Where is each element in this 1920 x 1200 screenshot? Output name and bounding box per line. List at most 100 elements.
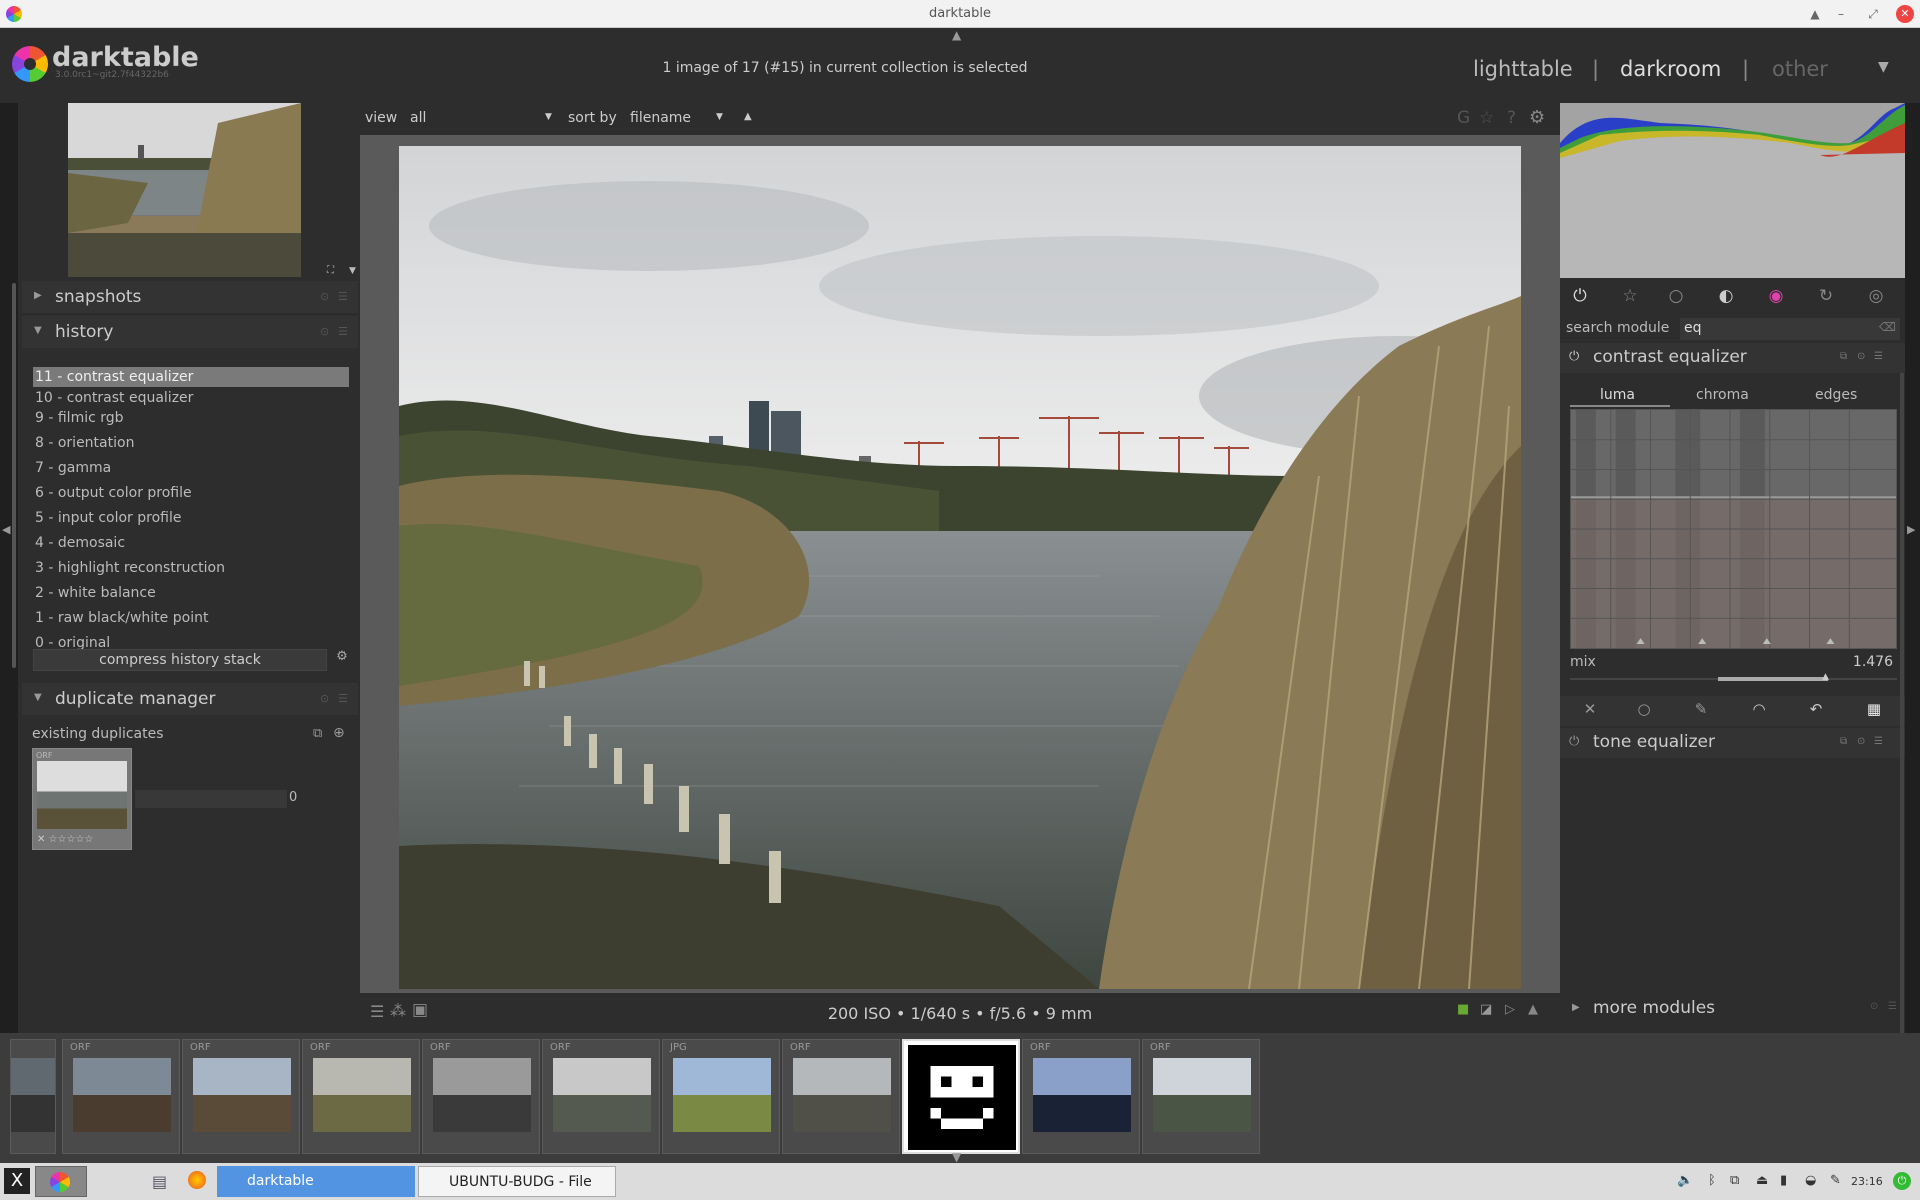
- taskbar-darktable[interactable]: darktable: [217, 1166, 415, 1197]
- minimize-icon[interactable]: –: [1832, 5, 1850, 23]
- reset-icon[interactable]: ⊙: [320, 290, 329, 303]
- right-scrollbar[interactable]: [1900, 373, 1904, 1093]
- duplicate-slider[interactable]: [135, 790, 287, 808]
- star-icon[interactable]: ☆: [1479, 108, 1494, 128]
- maximize-icon[interactable]: ⤢: [1864, 5, 1882, 23]
- module-power-icon[interactable]: ⏻: [1569, 349, 1579, 364]
- chevron-down-icon[interactable]: ▼: [716, 112, 723, 122]
- history-item[interactable]: 5 - input color profile: [33, 508, 349, 528]
- reset-icon[interactable]: ⊙: [1857, 351, 1865, 362]
- slider-handle-icon[interactable]: ▲: [1822, 672, 1829, 682]
- eject-icon[interactable]: ⏏: [1756, 1173, 1768, 1188]
- tab-chroma[interactable]: chroma: [1696, 387, 1749, 403]
- tone-equalizer-header[interactable]: ⏻ tone equalizer ⧉ ⊙ ☰: [1560, 728, 1905, 758]
- duplicate-icon[interactable]: ⧉: [313, 726, 322, 741]
- history-item[interactable]: 7 - gamma: [33, 458, 349, 478]
- collapse-right-icon[interactable]: ▶: [1907, 523, 1915, 536]
- history-item[interactable]: 2 - white balance: [33, 583, 349, 603]
- histogram[interactable]: [1560, 103, 1905, 278]
- zoom-icon[interactable]: ⛶: [327, 265, 334, 276]
- history-item[interactable]: 3 - highlight reconstruction: [33, 558, 349, 578]
- volume-icon[interactable]: 🔈: [1677, 1173, 1693, 1188]
- history-item[interactable]: 4 - demosaic: [33, 533, 349, 553]
- presets-icon[interactable]: ☰: [338, 290, 348, 303]
- presets-icon[interactable]: ☰: [1888, 1001, 1897, 1012]
- new-duplicate-icon[interactable]: ⊕: [333, 725, 345, 741]
- color-group-icon[interactable]: ◉: [1765, 286, 1787, 308]
- filmstrip-thumb[interactable]: JPG: [662, 1039, 780, 1154]
- filmstrip-thumb[interactable]: ORF: [182, 1039, 300, 1154]
- workspace-button[interactable]: [35, 1166, 87, 1197]
- filmstrip-thumb[interactable]: ORF: [782, 1039, 900, 1154]
- mix-slider[interactable]: ▲: [1570, 672, 1897, 685]
- softproof-icon[interactable]: ◪: [1480, 1002, 1492, 1017]
- presets-icon[interactable]: ☰: [1874, 351, 1883, 362]
- right-panel-edge[interactable]: ▶: [1905, 103, 1920, 1033]
- history-header[interactable]: ▼ history ⊙ ☰: [22, 316, 358, 348]
- bluetooth-icon[interactable]: ᛒ: [1708, 1173, 1716, 1188]
- filmstrip-thumb[interactable]: ORF: [62, 1039, 180, 1154]
- correct-group-icon[interactable]: ↻: [1815, 286, 1837, 308]
- network-icon[interactable]: ⧉: [1730, 1173, 1739, 1188]
- duplicate-thumbnail[interactable]: ORF ✕ ☆☆☆☆☆: [32, 748, 132, 850]
- view-other[interactable]: other: [1772, 57, 1828, 81]
- multi-instance-icon[interactable]: ⧉: [1840, 351, 1847, 362]
- gamut-icon[interactable]: ▷: [1505, 1002, 1515, 1017]
- file-manager-icon[interactable]: ▤: [152, 1172, 167, 1191]
- multi-instance-icon[interactable]: ⧉: [1840, 736, 1847, 747]
- gear-icon[interactable]: ⚙: [1529, 107, 1545, 128]
- combined-mask-icon[interactable]: ↶: [1805, 700, 1827, 722]
- parametric-mask-icon[interactable]: ◠: [1748, 700, 1770, 722]
- tab-luma[interactable]: luma: [1600, 387, 1635, 403]
- effect-group-icon[interactable]: ◎: [1865, 286, 1887, 308]
- reset-icon[interactable]: ⊙: [320, 692, 329, 705]
- view-select[interactable]: all: [410, 110, 426, 126]
- power-icon[interactable]: ⏻: [1569, 286, 1591, 308]
- firefox-icon[interactable]: [188, 1171, 206, 1189]
- collapse-top-icon[interactable]: ▲: [952, 28, 961, 42]
- tab-edges[interactable]: edges: [1815, 387, 1857, 403]
- clear-icon[interactable]: ⌫: [1879, 320, 1896, 334]
- compress-history-button[interactable]: compress history stack: [33, 649, 327, 671]
- chevron-down-icon[interactable]: ▼: [349, 266, 356, 276]
- module-power-icon[interactable]: ⏻: [1569, 734, 1579, 749]
- history-item[interactable]: 6 - output color profile: [33, 483, 349, 503]
- filmstrip-thumb[interactable]: ORF: [542, 1039, 660, 1154]
- view-darkroom[interactable]: darkroom: [1620, 57, 1721, 81]
- snapshots-header[interactable]: ▶ snapshots ⊙ ☰: [22, 281, 358, 313]
- drawn-mask-icon[interactable]: ✎: [1690, 700, 1712, 722]
- favorites-icon[interactable]: ☆: [1619, 286, 1641, 308]
- more-modules-row[interactable]: ▶ more modules ⊙ ☰: [1560, 993, 1905, 1023]
- chevron-down-icon[interactable]: ▼: [1878, 59, 1889, 75]
- warning-icon[interactable]: ▲: [1528, 1002, 1538, 1017]
- chevron-down-icon[interactable]: ▼: [545, 112, 552, 122]
- presets-icon[interactable]: ☰: [338, 692, 348, 705]
- filmstrip-thumb[interactable]: ORF: [422, 1039, 540, 1154]
- reset-icon[interactable]: ⊙: [1870, 1001, 1878, 1012]
- history-item[interactable]: 11 - contrast equalizer: [33, 367, 349, 387]
- reset-icon[interactable]: ⊙: [320, 325, 329, 338]
- collapse-bottom-icon[interactable]: ▼: [952, 1150, 961, 1164]
- filmstrip-thumb[interactable]: [10, 1039, 56, 1154]
- wifi-icon[interactable]: ◒: [1805, 1173, 1816, 1188]
- sort-direction-icon[interactable]: ▲: [744, 111, 752, 122]
- history-item[interactable]: 1 - raw black/white point: [33, 608, 349, 628]
- filmstrip-thumb[interactable]: ORF: [1142, 1039, 1260, 1154]
- filmstrip-thumb[interactable]: [902, 1039, 1020, 1154]
- shade-icon[interactable]: ▲: [1806, 5, 1824, 23]
- x-logo-icon[interactable]: X: [4, 1168, 30, 1194]
- rating-stars-icon[interactable]: ✕ ☆☆☆☆☆: [37, 834, 93, 845]
- color-assessment-icon[interactable]: ■: [1457, 1002, 1469, 1017]
- grouping-icon[interactable]: G: [1457, 108, 1470, 128]
- history-item[interactable]: 9 - filmic rgb: [33, 408, 349, 428]
- presets-icon[interactable]: ☰: [1874, 736, 1883, 747]
- filmstrip-thumb[interactable]: ORF: [1022, 1039, 1140, 1154]
- history-options-icon[interactable]: ⚙: [333, 649, 351, 671]
- reset-icon[interactable]: ⊙: [1857, 736, 1865, 747]
- duplicate-manager-header[interactable]: ▼ duplicate manager ⊙ ☰: [22, 683, 358, 715]
- help-icon[interactable]: ?: [1507, 108, 1516, 128]
- raster-mask-icon[interactable]: ▦: [1863, 700, 1885, 722]
- history-item[interactable]: 8 - orientation: [33, 433, 349, 453]
- contrast-equalizer-header[interactable]: ⏻ contrast equalizer ⧉ ⊙ ☰: [1560, 343, 1905, 373]
- search-input[interactable]: eq ⌫: [1680, 318, 1900, 340]
